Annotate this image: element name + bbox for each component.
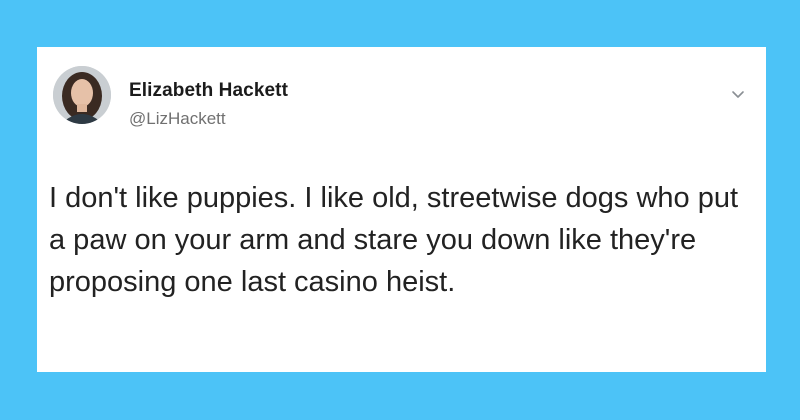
- tweet-card: Elizabeth Hackett @LizHackett I don't li…: [37, 47, 766, 372]
- chevron-down-icon[interactable]: [728, 84, 748, 104]
- avatar[interactable]: [53, 66, 111, 124]
- page-background: Elizabeth Hackett @LizHackett I don't li…: [0, 0, 800, 420]
- avatar-photo-icon: [53, 66, 111, 124]
- author-handle[interactable]: @LizHackett: [129, 109, 226, 129]
- tweet-header: Elizabeth Hackett @LizHackett: [49, 64, 754, 154]
- tweet-body-text: I don't like puppies. I like old, street…: [49, 182, 739, 298]
- author-display-name[interactable]: Elizabeth Hackett: [129, 80, 288, 102]
